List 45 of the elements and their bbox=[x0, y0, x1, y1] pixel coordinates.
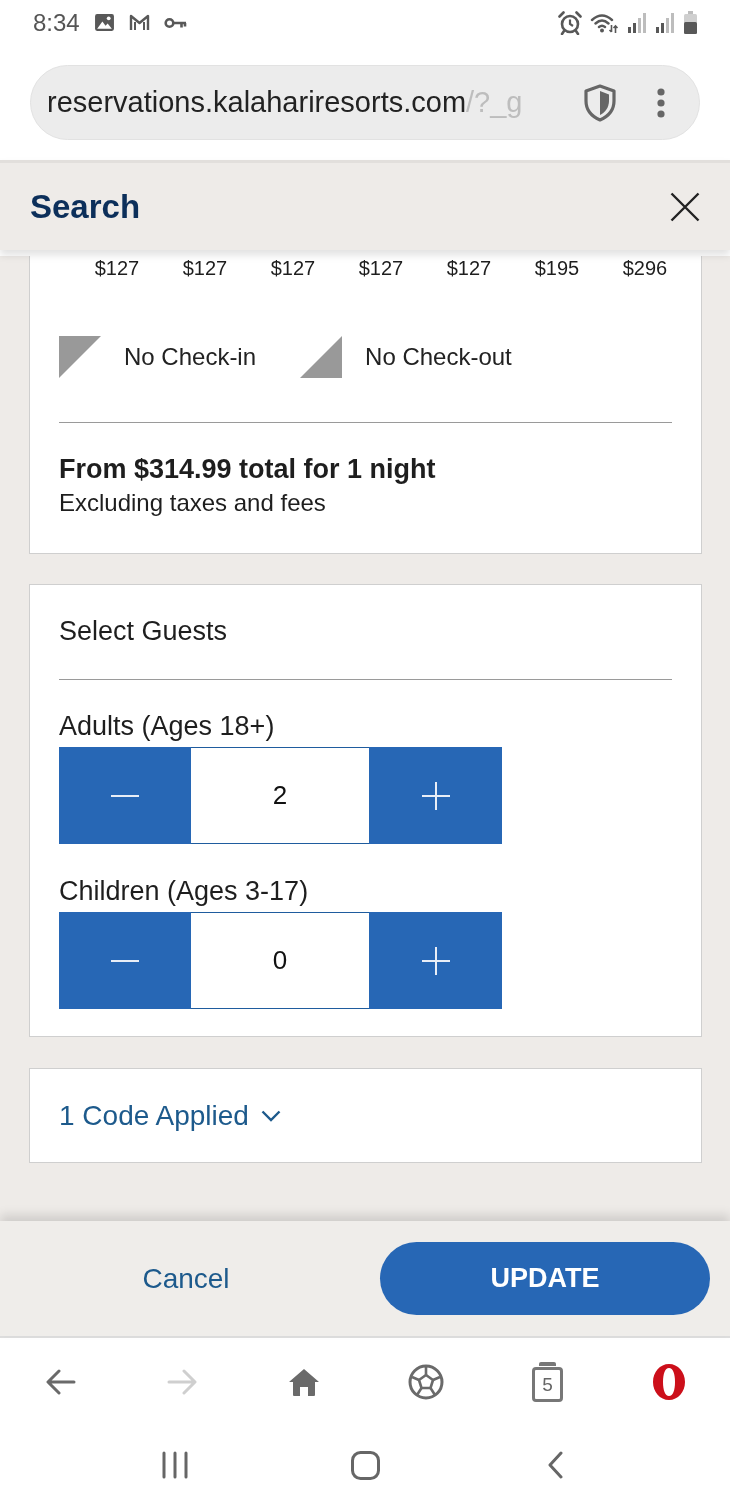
signal-icon bbox=[655, 11, 675, 34]
promo-code-toggle[interactable]: 1 Code Applied bbox=[59, 1094, 281, 1137]
image-icon bbox=[93, 13, 115, 32]
home-button-icon[interactable] bbox=[350, 1450, 380, 1480]
minus-icon bbox=[110, 794, 139, 797]
home-icon[interactable] bbox=[288, 1367, 321, 1397]
total-price-text: From $314.99 total for 1 night bbox=[59, 454, 437, 484]
update-button[interactable]: UPDATE bbox=[380, 1242, 710, 1315]
day-price: $195 bbox=[533, 256, 581, 280]
day-price: $127 bbox=[269, 256, 317, 280]
panel-title: Search bbox=[30, 186, 141, 227]
shield-icon[interactable] bbox=[583, 83, 617, 122]
day-price: $127 bbox=[93, 256, 141, 280]
day-price: $296 bbox=[621, 256, 669, 280]
m-logo-icon bbox=[128, 14, 150, 31]
signal-icon bbox=[627, 11, 647, 34]
o-logo-icon[interactable] bbox=[652, 1363, 687, 1401]
clock-time: 8:34 bbox=[33, 10, 80, 35]
battery-icon bbox=[683, 10, 698, 35]
key-icon bbox=[163, 15, 187, 30]
cancel-button[interactable]: Cancel bbox=[0, 1256, 372, 1301]
close-icon[interactable] bbox=[670, 191, 700, 222]
counter-label: Children (Ages 3-17) bbox=[59, 876, 310, 906]
legend-label: No Check-in bbox=[124, 342, 257, 372]
alarm-clock-icon bbox=[558, 10, 582, 35]
minus-icon bbox=[110, 959, 139, 962]
plus-icon bbox=[421, 946, 450, 975]
counter-label: Adults (Ages 18+) bbox=[59, 711, 276, 741]
recent-apps-icon[interactable] bbox=[161, 1451, 189, 1479]
section-title: Select Guests bbox=[59, 616, 229, 646]
tax-note: Excluding taxes and fees bbox=[59, 489, 327, 517]
ball-icon[interactable] bbox=[407, 1364, 444, 1400]
day-price: $127 bbox=[181, 256, 229, 280]
count-field[interactable]: 0 bbox=[190, 912, 370, 1009]
menu-icon[interactable] bbox=[657, 87, 665, 118]
no-check-in-triangle-icon bbox=[59, 336, 101, 378]
plus-icon bbox=[421, 781, 450, 810]
wifi-icon bbox=[590, 11, 619, 34]
day-price: $127 bbox=[445, 256, 493, 280]
count-field[interactable]: 2 bbox=[190, 747, 370, 844]
day-price: $127 bbox=[357, 256, 405, 280]
no-check-out-triangle-icon bbox=[300, 336, 343, 378]
legend-label: No Check-out bbox=[365, 342, 512, 372]
back-arrow-icon[interactable] bbox=[45, 1369, 76, 1395]
back-icon[interactable] bbox=[547, 1451, 563, 1479]
